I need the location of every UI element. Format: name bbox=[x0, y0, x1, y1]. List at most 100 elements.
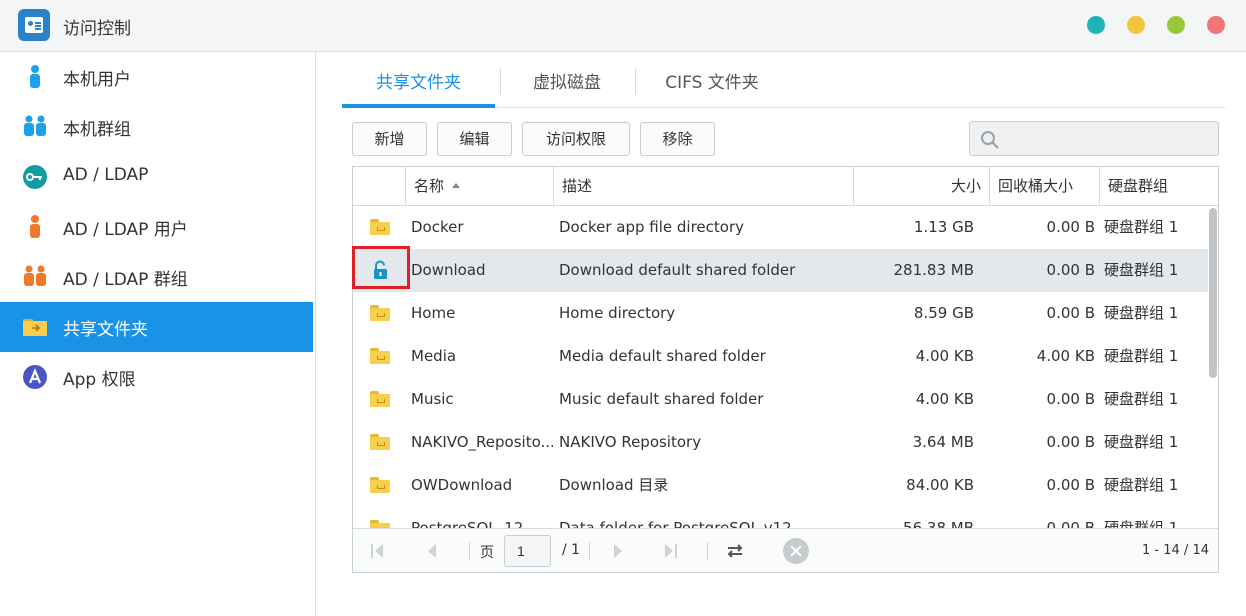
sidebar-item-label: AD / LDAP 群组 bbox=[63, 270, 188, 290]
cell-description: Home directory bbox=[559, 304, 676, 322]
cell-name: Docker bbox=[411, 218, 464, 236]
column-header-description[interactable]: 描述 bbox=[553, 167, 853, 205]
cell-name: Media bbox=[411, 347, 457, 365]
tab-shared-folders[interactable]: 共享文件夹 bbox=[342, 68, 495, 108]
folder-icon bbox=[370, 348, 390, 364]
cell-description: Music default shared folder bbox=[559, 390, 764, 408]
pager-divider bbox=[589, 542, 590, 560]
sidebar-item-ad-ldap[interactable]: AD / LDAP bbox=[0, 152, 313, 202]
table-row[interactable]: PostgreSQL_12 Data folder for PostgreSQL… bbox=[353, 507, 1209, 528]
table-body: Docker Docker app file directory 1.13 GB… bbox=[353, 206, 1209, 528]
next-page-icon[interactable] bbox=[609, 543, 627, 559]
tab-divider bbox=[500, 68, 501, 94]
column-header-size[interactable]: 大小 bbox=[853, 167, 989, 205]
cell-description: Data folder for PostgreSQL v12 bbox=[559, 519, 792, 528]
column-header-name[interactable]: 名称 bbox=[405, 167, 553, 205]
pagination-bar: 页 / 1 1 - 14 / 14 bbox=[353, 528, 1218, 572]
search-icon bbox=[981, 131, 999, 149]
sidebar-item-local-groups[interactable]: 本机群组 bbox=[0, 102, 313, 152]
sidebar-item-local-users[interactable]: 本机用户 bbox=[0, 52, 313, 102]
cell-volume: 硬盘群组 1 bbox=[1104, 476, 1179, 494]
clear-filter-icon[interactable] bbox=[783, 538, 809, 564]
table-row[interactable]: Media Media default shared folder 4.00 K… bbox=[353, 335, 1209, 378]
shared-folder-icon bbox=[23, 319, 47, 336]
table-row[interactable]: Docker Docker app file directory 1.13 GB… bbox=[353, 206, 1209, 249]
pager-divider bbox=[469, 542, 470, 560]
cell-description: NAKIVO Repository bbox=[559, 433, 702, 451]
folder-icon bbox=[370, 305, 390, 321]
cell-volume: 硬盘群组 1 bbox=[1104, 390, 1179, 408]
column-header-volume[interactable]: 硬盘群组 bbox=[1099, 167, 1218, 205]
cell-size: 281.83 MB bbox=[893, 261, 975, 279]
close-button[interactable] bbox=[1207, 16, 1225, 34]
sidebar: 本机用户 本机群组 AD / LDAP AD / LDAP 用户 AD / LD… bbox=[0, 52, 316, 616]
cell-description: Download 目录 bbox=[559, 476, 669, 494]
page-number-input[interactable] bbox=[504, 535, 551, 567]
record-range: 1 - 14 / 14 bbox=[1142, 543, 1209, 558]
cell-volume: 硬盘群组 1 bbox=[1104, 433, 1179, 451]
cell-recycle-size: 0.00 B bbox=[1046, 390, 1095, 408]
restore-button[interactable] bbox=[1087, 16, 1105, 34]
cell-name: Home bbox=[411, 304, 456, 322]
access-permissions-button[interactable]: 访问权限 bbox=[522, 122, 630, 156]
minimize-button[interactable] bbox=[1127, 16, 1145, 34]
key-icon bbox=[23, 165, 47, 189]
folder-icon bbox=[370, 219, 390, 235]
cell-name: Music bbox=[411, 390, 454, 408]
cell-size: 1.13 GB bbox=[913, 218, 974, 236]
shared-folder-table: 名称 描述 大小 回收桶大小 硬盘群组 Docker Docker app fi… bbox=[352, 166, 1219, 573]
tab-virtual-disk[interactable]: 虚拟磁盘 bbox=[502, 68, 632, 108]
sidebar-item-shared-folders[interactable]: 共享文件夹 bbox=[0, 302, 313, 352]
cell-size: 4.00 KB bbox=[915, 347, 974, 365]
maximize-button[interactable] bbox=[1167, 16, 1185, 34]
scrollbar-thumb[interactable] bbox=[1209, 208, 1217, 378]
cell-name: PostgreSQL_12 bbox=[411, 519, 524, 528]
sidebar-item-app-permissions[interactable]: App 权限 bbox=[0, 352, 313, 402]
first-page-icon[interactable] bbox=[369, 543, 387, 559]
previous-page-icon[interactable] bbox=[423, 543, 441, 559]
last-page-icon[interactable] bbox=[661, 543, 679, 559]
cell-size: 84.00 KB bbox=[906, 476, 974, 494]
table-row[interactable]: Download Download default shared folder … bbox=[353, 249, 1209, 292]
sort-ascending-icon bbox=[452, 183, 461, 188]
cell-size: 3.64 MB bbox=[912, 433, 974, 451]
search-input[interactable] bbox=[1008, 126, 1208, 152]
cell-recycle-size: 0.00 B bbox=[1046, 261, 1095, 279]
cell-description: Media default shared folder bbox=[559, 347, 766, 365]
cell-recycle-size: 4.00 KB bbox=[1036, 347, 1095, 365]
remove-button[interactable]: 移除 bbox=[640, 122, 715, 156]
cell-volume: 硬盘群组 1 bbox=[1104, 218, 1179, 236]
tab-bar: 共享文件夹 虚拟磁盘 CIFS 文件夹 bbox=[342, 52, 1226, 108]
cell-recycle-size: 0.00 B bbox=[1046, 476, 1095, 494]
sidebar-item-label: App 权限 bbox=[63, 370, 136, 390]
column-header-icon bbox=[353, 167, 405, 205]
table-row[interactable]: NAKIVO_Reposito... NAKIVO Repository 3.6… bbox=[353, 421, 1209, 464]
total-pages: / 1 bbox=[562, 542, 581, 558]
column-header-recycle-size[interactable]: 回收桶大小 bbox=[989, 167, 1099, 205]
highlight-box bbox=[352, 246, 410, 289]
table-row[interactable]: Music Music default shared folder 4.00 K… bbox=[353, 378, 1209, 421]
access-control-app-icon bbox=[18, 9, 50, 41]
refresh-icon[interactable] bbox=[725, 543, 745, 559]
sidebar-item-ad-ldap-groups[interactable]: AD / LDAP 群组 bbox=[0, 252, 313, 302]
cell-size: 56.38 MB bbox=[903, 519, 974, 528]
edit-button[interactable]: 编辑 bbox=[437, 122, 512, 156]
folder-icon bbox=[370, 477, 390, 493]
sidebar-item-label: AD / LDAP 用户 bbox=[63, 220, 188, 240]
add-button[interactable]: 新增 bbox=[352, 122, 427, 156]
user-icon bbox=[30, 65, 40, 88]
sidebar-item-label: 本机群组 bbox=[63, 120, 131, 140]
cell-description: Docker app file directory bbox=[559, 218, 745, 236]
group-icon bbox=[24, 115, 46, 136]
sidebar-item-ad-ldap-users[interactable]: AD / LDAP 用户 bbox=[0, 202, 313, 252]
vertical-scrollbar[interactable] bbox=[1208, 206, 1218, 528]
sidebar-item-label: 本机用户 bbox=[63, 70, 131, 90]
pager-divider bbox=[707, 542, 708, 560]
cell-recycle-size: 0.00 B bbox=[1046, 304, 1095, 322]
cell-size: 8.59 GB bbox=[913, 304, 974, 322]
cell-name: Download bbox=[411, 261, 486, 279]
tab-cifs-folder[interactable]: CIFS 文件夹 bbox=[637, 68, 787, 108]
table-row[interactable]: Home Home directory 8.59 GB 0.00 B 硬盘群组 … bbox=[353, 292, 1209, 335]
search-box bbox=[969, 121, 1219, 156]
table-row[interactable]: OWDownload Download 目录 84.00 KB 0.00 B 硬… bbox=[353, 464, 1209, 507]
